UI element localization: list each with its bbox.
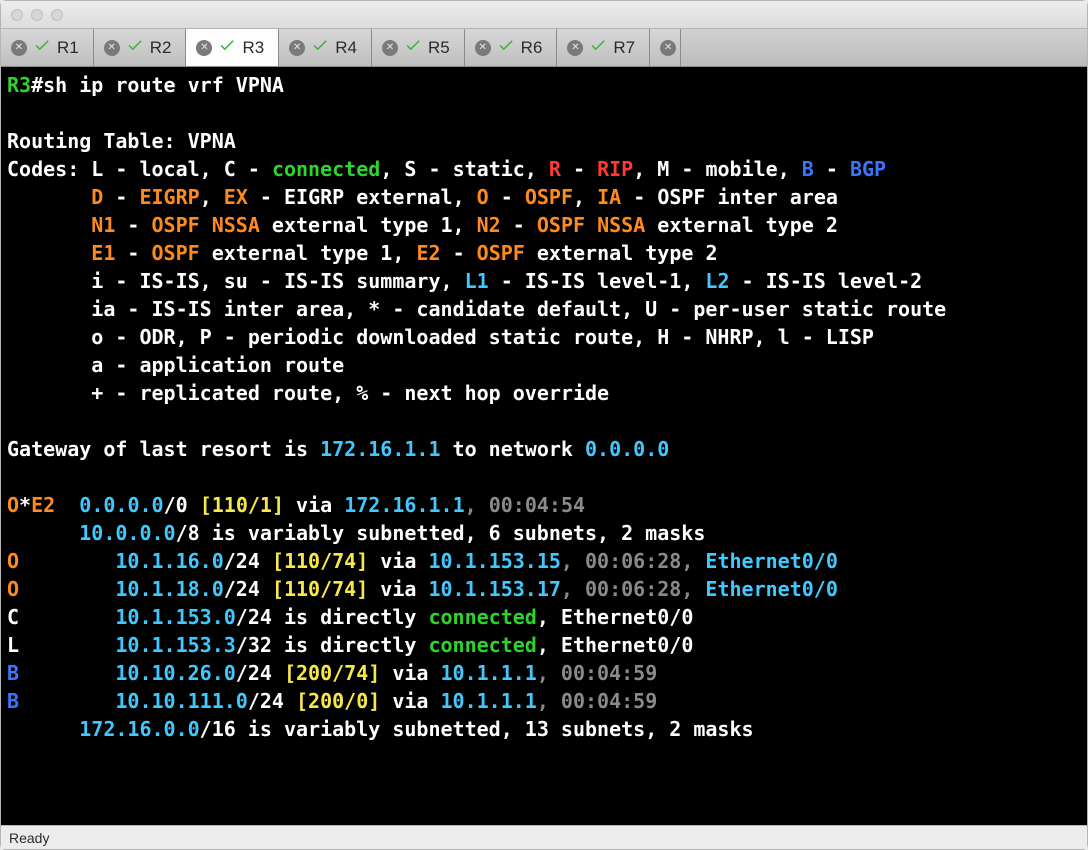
check-icon xyxy=(311,36,329,59)
check-icon xyxy=(126,36,144,59)
route-code: B xyxy=(7,661,19,685)
route-code: O xyxy=(7,493,19,517)
close-icon[interactable] xyxy=(289,40,305,56)
tab-label: R2 xyxy=(150,38,172,58)
tab-r5[interactable]: R5 xyxy=(372,29,465,66)
close-icon[interactable] xyxy=(11,40,27,56)
tab-r2[interactable]: R2 xyxy=(94,29,187,66)
close-icon[interactable] xyxy=(104,40,120,56)
status-text: Ready xyxy=(9,830,49,846)
tab-label: R1 xyxy=(57,38,79,58)
check-icon xyxy=(497,36,515,59)
prompt-hash: # xyxy=(31,73,43,97)
routing-table-title: Routing Table: VPNA xyxy=(7,129,236,153)
tab-overflow[interactable] xyxy=(650,29,681,66)
route-code: B xyxy=(7,689,19,713)
tab-r1[interactable]: R1 xyxy=(1,29,94,66)
tab-r6[interactable]: R6 xyxy=(465,29,558,66)
codes-label: Codes: xyxy=(7,157,91,181)
window-titlebar xyxy=(1,1,1087,29)
close-window-icon[interactable] xyxy=(11,9,23,21)
route-code: C xyxy=(7,605,19,629)
status-bar: Ready xyxy=(1,825,1087,849)
route-code: O xyxy=(7,549,19,573)
tab-label: R5 xyxy=(428,38,450,58)
tab-label: R4 xyxy=(335,38,357,58)
close-icon[interactable] xyxy=(475,40,491,56)
minimize-window-icon[interactable] xyxy=(31,9,43,21)
tab-r3[interactable]: R3 xyxy=(186,29,279,66)
command-text: sh ip route vrf VPNA xyxy=(43,73,284,97)
close-icon[interactable] xyxy=(660,40,676,56)
zoom-window-icon[interactable] xyxy=(51,9,63,21)
close-icon[interactable] xyxy=(196,40,212,56)
tab-label: R3 xyxy=(242,38,264,58)
check-icon xyxy=(218,36,236,59)
check-icon xyxy=(589,36,607,59)
check-icon xyxy=(33,36,51,59)
tab-r7[interactable]: R7 xyxy=(557,29,650,66)
route-code: O xyxy=(7,577,19,601)
route-code: L xyxy=(7,633,19,657)
close-icon[interactable] xyxy=(382,40,398,56)
check-icon xyxy=(404,36,422,59)
tab-r4[interactable]: R4 xyxy=(279,29,372,66)
close-icon[interactable] xyxy=(567,40,583,56)
gateway-line: Gateway of last resort is xyxy=(7,437,320,461)
tab-bar: R1 R2 R3 R4 R5 R6 R7 xyxy=(1,29,1087,67)
tab-label: R7 xyxy=(613,38,635,58)
terminal-output[interactable]: R3#sh ip route vrf VPNA Routing Table: V… xyxy=(1,67,1087,825)
prompt-hostname: R3 xyxy=(7,73,31,97)
tab-label: R6 xyxy=(521,38,543,58)
